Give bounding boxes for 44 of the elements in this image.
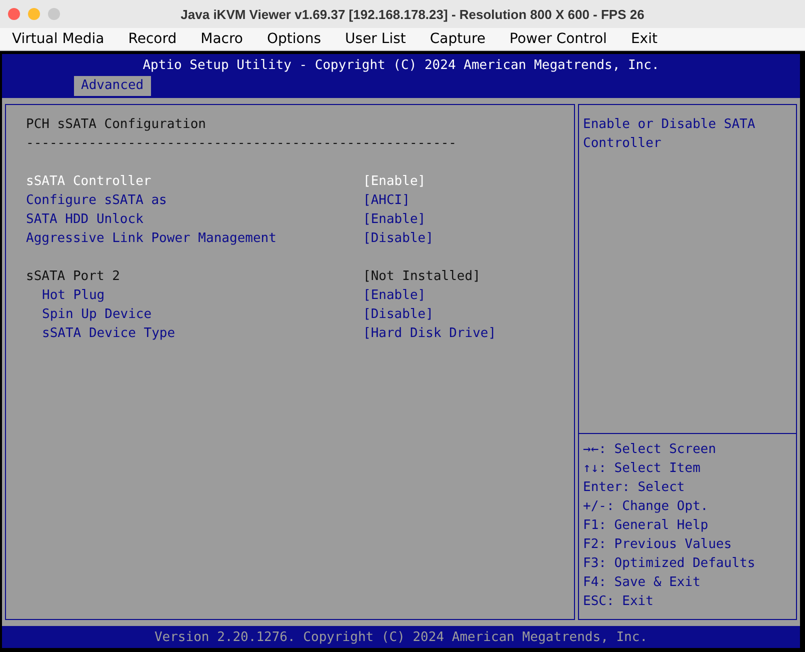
menu-item[interactable]: Exit	[618, 31, 670, 47]
setting-value: [Not Installed]	[363, 268, 482, 286]
bios-title: Aptio Setup Utility - Copyright (C) 2024 American Megatrends, Inc.	[142, 57, 660, 75]
key-hint: F3: Optimized Defaults	[583, 555, 756, 573]
menu-item[interactable]: Macro	[188, 31, 255, 47]
setting-label[interactable]: Spin Up Device	[42, 305, 152, 324]
help-text: Enable or Disable SATA	[583, 116, 756, 134]
setting-label[interactable]: Hot Plug	[42, 286, 105, 305]
key-hint: ESC: Exit	[583, 593, 654, 611]
key-hint: Enter: Select	[583, 479, 686, 497]
key-hint: ↑↓: Select Item	[583, 460, 702, 478]
close-icon[interactable]	[8, 8, 20, 20]
dashed-rule: -------------------------------------------------------	[26, 135, 458, 153]
version-text: Version 2.20.1276. Copyright (C) 2024 American Megatrends, Inc.	[154, 630, 648, 644]
minimize-icon[interactable]	[28, 8, 40, 20]
menu-item[interactable]: User List	[333, 31, 418, 47]
key-hint: →←: Select Screen	[583, 441, 718, 459]
setting-value[interactable]: [Disable]	[363, 229, 563, 248]
setting-value[interactable]: [Enable]	[363, 172, 563, 191]
setting-value[interactable]: [Hard Disk Drive]	[363, 324, 563, 343]
key-hint: F4: Save & Exit	[583, 574, 702, 592]
menu-item[interactable]: Capture	[418, 31, 498, 47]
key-hint: F2: Previous Values	[583, 536, 733, 554]
menu-item[interactable]: Record	[116, 31, 189, 47]
setting-label[interactable]: Aggressive Link Power Management	[26, 229, 276, 248]
setting-value[interactable]: [Enable]	[363, 210, 563, 229]
bios-tab[interactable]: Advanced	[74, 76, 151, 96]
setting-label[interactable]: SATA HDD Unlock	[26, 210, 144, 229]
key-hint: +/-: Change Opt.	[583, 498, 710, 516]
setting-value[interactable]: [AHCI]	[363, 191, 563, 210]
menu-item[interactable]: Virtual Media	[0, 31, 116, 47]
menu-item[interactable]: Options	[255, 31, 334, 47]
setting-value[interactable]: [Disable]	[363, 305, 563, 324]
setting-label[interactable]: Configure sSATA as	[26, 191, 167, 210]
setting-label[interactable]: sSATA Device Type	[42, 324, 176, 343]
zoom-icon[interactable]	[48, 8, 60, 20]
window-title: Java iKVM Viewer v1.69.37 [192.168.178.23] - Resolution 800 X 600 - FPS 26	[180, 6, 646, 22]
help-text: Controller	[583, 135, 662, 153]
menu-item[interactable]: Power Control	[498, 31, 619, 47]
section-heading: PCH sSATA Configuration	[26, 116, 208, 134]
setting-label: sSATA Port 2	[26, 268, 120, 286]
key-hint: F1: General Help	[583, 517, 710, 535]
setting-label[interactable]: sSATA Controller	[26, 172, 152, 191]
setting-value[interactable]: [Enable]	[363, 286, 563, 305]
